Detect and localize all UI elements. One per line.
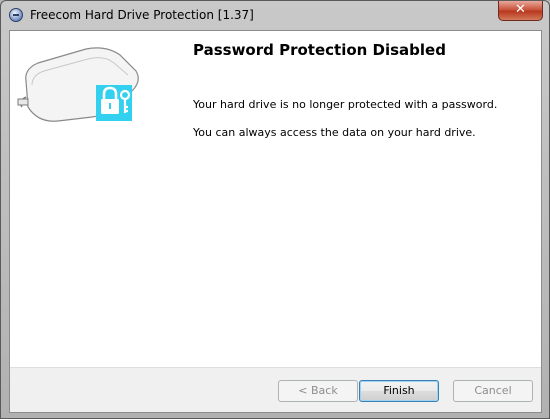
finish-button[interactable]: Finish	[359, 380, 439, 402]
button-bar: < Back Finish Cancel	[10, 367, 541, 412]
info-message: You can always access the data on your h…	[193, 126, 476, 139]
page-title: Password Protection Disabled	[193, 41, 446, 59]
app-icon	[9, 8, 23, 22]
back-button[interactable]: < Back	[278, 380, 358, 402]
client-area: Password Protection Disabled Your hard d…	[9, 30, 542, 413]
window-title: Freecom Hard Drive Protection [1.37]	[30, 8, 254, 22]
wizard-window: Freecom Hard Drive Protection [1.37] ✕ P…	[0, 0, 550, 419]
status-message: Your hard drive is no longer protected w…	[193, 98, 498, 111]
hard-drive-lock-icon	[17, 47, 139, 122]
close-button[interactable]: ✕	[498, 1, 543, 21]
wizard-content: Password Protection Disabled Your hard d…	[10, 31, 541, 367]
title-bar[interactable]: Freecom Hard Drive Protection [1.37] ✕	[1, 1, 549, 30]
cancel-button[interactable]: Cancel	[453, 380, 533, 402]
